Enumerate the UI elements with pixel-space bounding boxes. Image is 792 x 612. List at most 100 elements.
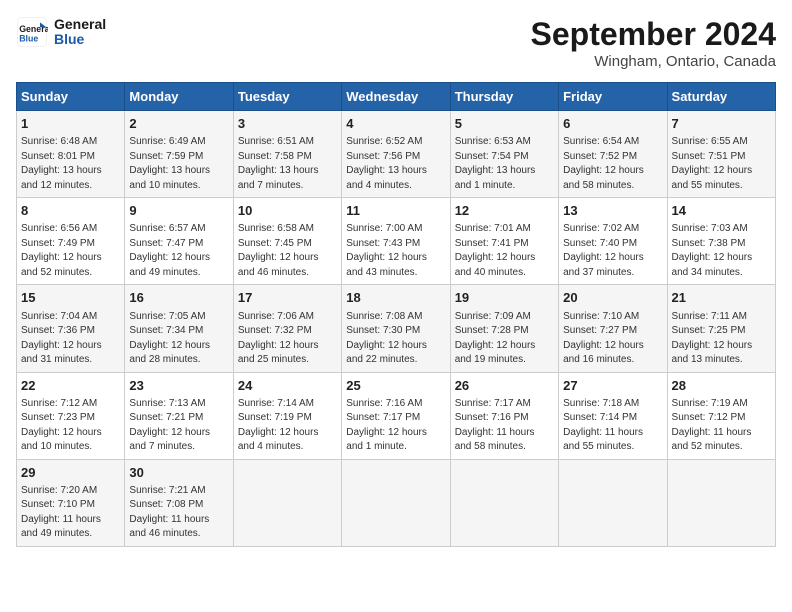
day-number: 28 [672, 377, 771, 395]
day-info: Sunrise: 6:48 AM Sunset: 8:01 PM Dayligh… [21, 135, 120, 193]
day-number: 16 [129, 289, 228, 307]
header-friday: Friday [559, 83, 667, 111]
day-cell: 10Sunrise: 6:58 AM Sunset: 7:45 PM Dayli… [233, 198, 341, 285]
week-row-4: 22Sunrise: 7:12 AM Sunset: 7:23 PM Dayli… [17, 372, 776, 459]
day-cell: 13Sunrise: 7:02 AM Sunset: 7:40 PM Dayli… [559, 198, 667, 285]
day-info: Sunrise: 7:09 AM Sunset: 7:28 PM Dayligh… [455, 310, 554, 368]
day-info: Sunrise: 7:10 AM Sunset: 7:27 PM Dayligh… [563, 310, 662, 368]
day-cell: 25 Sunrise: 7:16 AM Sunset: 7:17 PM Dayli… [342, 372, 450, 459]
day-number: 15 [21, 289, 120, 307]
day-info: Sunrise: 7:05 AM Sunset: 7:34 PM Dayligh… [129, 310, 228, 368]
day-cell: 12 Sunrise: 7:01 AM Sunset: 7:41 PM Dayli… [450, 198, 558, 285]
day-cell [342, 459, 450, 546]
location: Wingham, Ontario, Canada [531, 53, 776, 70]
day-cell: 20 Sunrise: 7:10 AM Sunset: 7:27 PM Dayli… [559, 285, 667, 372]
day-info: Sunrise: 7:06 AM Sunset: 7:32 PM Dayligh… [238, 310, 337, 368]
day-info: Sunrise: 6:56 AM Sunset: 7:49 PM Dayligh… [21, 222, 120, 280]
calendar-header-row: SundayMondayTuesdayWednesdayThursdayFrid… [17, 83, 776, 111]
day-cell: 23 Sunrise: 7:13 AM Sunset: 7:21 PM Dayli… [125, 372, 233, 459]
day-info: Sunrise: 7:19 AM Sunset: 7:12 PM Dayligh… [672, 397, 771, 455]
day-info: Sunrise: 7:16 AM Sunset: 7:17 PM Dayligh… [346, 397, 445, 455]
calendar-body: 1 Sunrise: 6:48 AM Sunset: 8:01 PM Daylig… [17, 111, 776, 547]
day-info: Sunrise: 7:11 AM Sunset: 7:25 PM Dayligh… [672, 310, 771, 368]
day-cell: 28 Sunrise: 7:19 AM Sunset: 7:12 PM Dayli… [667, 372, 775, 459]
day-cell: 24 Sunrise: 7:14 AM Sunset: 7:19 PM Dayli… [233, 372, 341, 459]
day-info: Sunrise: 6:52 AM Sunset: 7:56 PM Dayligh… [346, 135, 445, 193]
week-row-1: 1 Sunrise: 6:48 AM Sunset: 8:01 PM Daylig… [17, 111, 776, 198]
day-cell: 27Sunrise: 7:18 AM Sunset: 7:14 PM Dayli… [559, 372, 667, 459]
header-wednesday: Wednesday [342, 83, 450, 111]
day-cell: 29Sunrise: 7:20 AM Sunset: 7:10 PM Dayli… [17, 459, 125, 546]
week-row-2: 8 Sunrise: 6:56 AM Sunset: 7:49 PM Daylig… [17, 198, 776, 285]
day-number: 19 [455, 289, 554, 307]
week-row-5: 29Sunrise: 7:20 AM Sunset: 7:10 PM Dayli… [17, 459, 776, 546]
day-number: 2 [129, 115, 228, 133]
day-info: Sunrise: 6:53 AM Sunset: 7:54 PM Dayligh… [455, 135, 554, 193]
day-cell: 4 Sunrise: 6:52 AM Sunset: 7:56 PM Daylig… [342, 111, 450, 198]
day-cell [233, 459, 341, 546]
day-cell: 26 Sunrise: 7:17 AM Sunset: 7:16 PM Dayli… [450, 372, 558, 459]
day-cell: 15Sunrise: 7:04 AM Sunset: 7:36 PM Dayli… [17, 285, 125, 372]
day-cell: 22Sunrise: 7:12 AM Sunset: 7:23 PM Dayli… [17, 372, 125, 459]
day-info: Sunrise: 7:01 AM Sunset: 7:41 PM Dayligh… [455, 222, 554, 280]
day-cell [450, 459, 558, 546]
day-info: Sunrise: 6:55 AM Sunset: 7:51 PM Dayligh… [672, 135, 771, 193]
day-cell: 9Sunrise: 6:57 AM Sunset: 7:47 PM Daylig… [125, 198, 233, 285]
day-number: 3 [238, 115, 337, 133]
header-monday: Monday [125, 83, 233, 111]
logo: General Blue General Blue [16, 16, 106, 48]
day-number: 13 [563, 202, 662, 220]
page-header: General Blue General Blue September 2024… [16, 16, 776, 70]
day-info: Sunrise: 7:13 AM Sunset: 7:21 PM Dayligh… [129, 397, 228, 455]
day-number: 20 [563, 289, 662, 307]
day-cell: 11Sunrise: 7:00 AM Sunset: 7:43 PM Dayli… [342, 198, 450, 285]
day-number: 25 [346, 377, 445, 395]
header-thursday: Thursday [450, 83, 558, 111]
day-cell: 3 Sunrise: 6:51 AM Sunset: 7:58 PM Daylig… [233, 111, 341, 198]
day-number: 9 [129, 202, 228, 220]
day-info: Sunrise: 7:14 AM Sunset: 7:19 PM Dayligh… [238, 397, 337, 455]
day-number: 18 [346, 289, 445, 307]
day-number: 30 [129, 464, 228, 482]
day-info: Sunrise: 7:21 AM Sunset: 7:08 PM Dayligh… [129, 484, 228, 542]
title-block: September 2024 Wingham, Ontario, Canada [531, 16, 776, 70]
day-cell [667, 459, 775, 546]
day-cell: 6 Sunrise: 6:54 AM Sunset: 7:52 PM Daylig… [559, 111, 667, 198]
day-cell: 21 Sunrise: 7:11 AM Sunset: 7:25 PM Dayli… [667, 285, 775, 372]
day-number: 14 [672, 202, 771, 220]
day-info: Sunrise: 6:51 AM Sunset: 7:58 PM Dayligh… [238, 135, 337, 193]
day-number: 6 [563, 115, 662, 133]
day-cell: 8 Sunrise: 6:56 AM Sunset: 7:49 PM Daylig… [17, 198, 125, 285]
day-number: 12 [455, 202, 554, 220]
day-number: 10 [238, 202, 337, 220]
svg-text:Blue: Blue [19, 34, 38, 44]
day-number: 24 [238, 377, 337, 395]
header-saturday: Saturday [667, 83, 775, 111]
day-info: Sunrise: 7:08 AM Sunset: 7:30 PM Dayligh… [346, 310, 445, 368]
day-cell: 7Sunrise: 6:55 AM Sunset: 7:51 PM Daylig… [667, 111, 775, 198]
day-cell: 1 Sunrise: 6:48 AM Sunset: 8:01 PM Daylig… [17, 111, 125, 198]
day-number: 4 [346, 115, 445, 133]
day-number: 29 [21, 464, 120, 482]
day-number: 26 [455, 377, 554, 395]
month-title: September 2024 [531, 16, 776, 53]
day-number: 1 [21, 115, 120, 133]
logo-text-line1: General [54, 17, 106, 32]
day-cell: 17 Sunrise: 7:06 AM Sunset: 7:32 PM Dayli… [233, 285, 341, 372]
day-number: 8 [21, 202, 120, 220]
day-number: 23 [129, 377, 228, 395]
header-tuesday: Tuesday [233, 83, 341, 111]
day-info: Sunrise: 7:17 AM Sunset: 7:16 PM Dayligh… [455, 397, 554, 455]
day-cell: 18 Sunrise: 7:08 AM Sunset: 7:30 PM Dayli… [342, 285, 450, 372]
day-cell: 30 Sunrise: 7:21 AM Sunset: 7:08 PM Dayli… [125, 459, 233, 546]
calendar-table: SundayMondayTuesdayWednesdayThursdayFrid… [16, 82, 776, 547]
day-number: 21 [672, 289, 771, 307]
day-info: Sunrise: 6:54 AM Sunset: 7:52 PM Dayligh… [563, 135, 662, 193]
day-number: 5 [455, 115, 554, 133]
day-number: 17 [238, 289, 337, 307]
day-cell [559, 459, 667, 546]
logo-text-line2: Blue [54, 32, 106, 47]
day-info: Sunrise: 7:18 AM Sunset: 7:14 PM Dayligh… [563, 397, 662, 455]
day-number: 11 [346, 202, 445, 220]
logo-icon: General Blue [16, 16, 48, 48]
